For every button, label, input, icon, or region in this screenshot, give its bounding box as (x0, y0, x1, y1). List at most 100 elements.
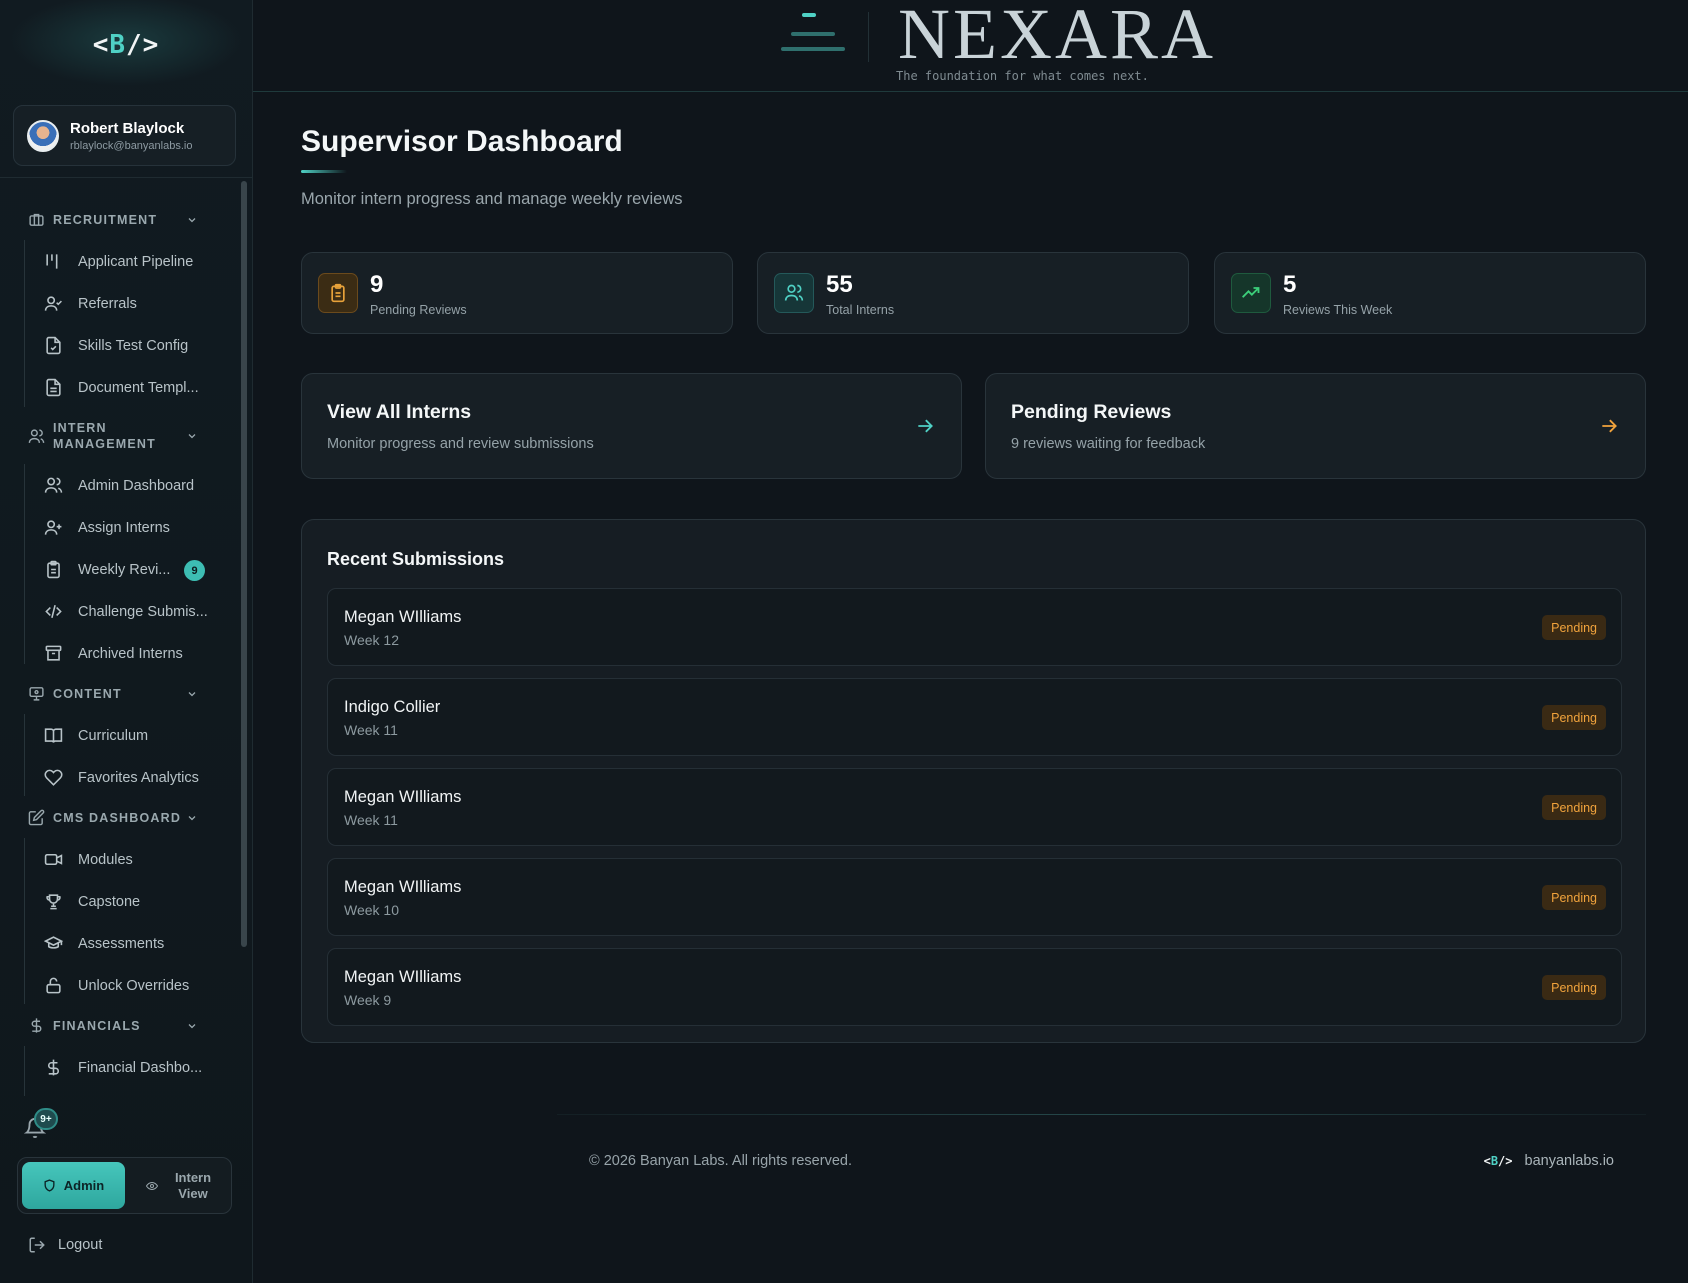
shield-icon (44, 1179, 55, 1192)
stat-icon-box (1231, 273, 1271, 313)
intern-name: Megan WIlliams (344, 788, 462, 806)
user-profile-card[interactable]: Robert Blaylock rblaylock@banyanlabs.io (13, 105, 236, 166)
pipeline-icon (46, 254, 58, 269)
sidebar-item-label: Applicant Pipeline (78, 253, 194, 270)
sidebar-item-financial-dashboard[interactable]: Financial Dashbo... (44, 1058, 214, 1077)
sidebar-item-admin-dashboard[interactable]: Admin Dashboard (44, 476, 214, 495)
menu-icon[interactable] (780, 12, 846, 56)
file-check-icon (46, 336, 61, 355)
file-text-icon (46, 378, 61, 397)
dollar-icon (48, 1059, 59, 1076)
section-cms-dashboard[interactable]: CMS DASHBOARD (28, 809, 208, 826)
submission-week: Week 10 (344, 902, 399, 918)
sidebar-item-referrals[interactable]: Referrals (44, 294, 214, 313)
sidebar-item-archived-interns[interactable]: Archived Interns (44, 644, 214, 663)
sidebar-item-label: Financial Dashbo... (78, 1059, 203, 1076)
stat-value: 5 (1283, 271, 1297, 298)
status-badge: Pending (1542, 705, 1606, 730)
section-guide-line (24, 838, 25, 1004)
submission-week: Week 11 (344, 812, 398, 828)
submission-row[interactable]: Indigo Collier Week 11 Pending (327, 678, 1622, 756)
action-title: Pending Reviews (1011, 401, 1172, 423)
stat-value: 55 (826, 271, 853, 298)
users-icon (44, 477, 63, 493)
view-mode-toggle: Admin Intern View (17, 1157, 232, 1214)
submission-row[interactable]: Megan WIlliams Week 9 Pending (327, 948, 1622, 1026)
logout-button[interactable]: Logout (28, 1236, 102, 1254)
sidebar-item-curriculum[interactable]: Curriculum (44, 726, 214, 745)
pending-reviews-card[interactable]: Pending Reviews 9 reviews waiting for fe… (985, 373, 1646, 479)
sidebar-item-label: Admin Dashboard (78, 477, 195, 494)
user-email: rblaylock@banyanlabs.io (70, 139, 193, 152)
intern-name: Megan WIlliams (344, 608, 462, 626)
section-label: CONTENT (53, 686, 122, 701)
sidebar-item-document-templates[interactable]: Document Templ... (44, 378, 214, 397)
chevron-down-icon (188, 434, 196, 439)
sidebar-scrollbar[interactable] (241, 181, 247, 947)
clipboard-icon (47, 560, 60, 579)
user-check-icon (44, 296, 62, 311)
section-guide-line (24, 464, 25, 664)
user-name: Robert Blaylock (70, 119, 185, 137)
sidebar-logo-area: <B/> (0, 0, 252, 90)
submission-row[interactable]: Megan WIlliams Week 10 Pending (327, 858, 1622, 936)
stat-label: Total Interns (826, 303, 895, 317)
sidebar-item-assessments[interactable]: Assessments (44, 934, 214, 953)
section-label: CMS DASHBOARD (53, 810, 182, 825)
sidebar-item-label: Assign Interns (78, 519, 170, 536)
action-title: View All Interns (327, 401, 472, 423)
status-badge: Pending (1542, 975, 1606, 1000)
submission-week: Week 11 (344, 722, 398, 738)
footer-domain-link[interactable]: banyanlabs.io (1525, 1153, 1615, 1169)
brand-tagline: The foundation for what comes next. (896, 69, 1149, 83)
avatar (27, 119, 59, 152)
submission-week: Week 9 (344, 992, 392, 1008)
title-accent (301, 170, 347, 173)
sidebar-divider (0, 177, 252, 178)
section-recruitment[interactable]: RECRUITMENT (28, 211, 208, 228)
logo-mid: B (109, 30, 126, 60)
logo-left: < (1483, 1154, 1491, 1168)
chevron-down-icon (188, 1023, 196, 1028)
logo-right: /> (1498, 1154, 1513, 1168)
submission-row[interactable]: Megan WIlliams Week 12 Pending (327, 588, 1622, 666)
video-icon (44, 853, 63, 866)
footer-brand[interactable]: <B/> banyanlabs.io (1484, 1153, 1614, 1169)
sidebar-item-favorites-analytics[interactable]: Favorites Analytics (44, 768, 214, 787)
sidebar-item-modules[interactable]: Modules (44, 850, 214, 869)
intern-view-button[interactable]: Intern View (136, 1162, 228, 1209)
section-content[interactable]: CONTENT (28, 685, 208, 702)
section-financials[interactable]: FINANCIALS (28, 1017, 208, 1034)
submission-row[interactable]: Megan WIlliams Week 11 Pending (327, 768, 1622, 846)
intern-name: Megan WIlliams (344, 968, 462, 986)
section-label: RECRUITMENT (53, 212, 158, 227)
banyan-logo[interactable]: <B/> (93, 30, 160, 60)
recent-submissions-panel: Recent Submissions Megan WIlliams Week 1… (301, 519, 1646, 1043)
view-all-interns-card[interactable]: View All Interns Monitor progress and re… (301, 373, 962, 479)
status-badge: Pending (1542, 615, 1606, 640)
chevron-down-icon (188, 217, 196, 222)
recent-submissions-title: Recent Submissions (327, 549, 505, 569)
trophy-icon (46, 894, 61, 910)
sidebar-item-label: Unlock Overrides (78, 977, 190, 994)
intern-name: Indigo Collier (344, 698, 441, 716)
sidebar-item-assign-interns[interactable]: Assign Interns (44, 518, 214, 537)
section-intern-management[interactable]: INTERN MANAGEMENT (28, 420, 208, 452)
sidebar-item-capstone[interactable]: Capstone (44, 892, 214, 911)
sidebar-item-label: Capstone (78, 893, 141, 910)
sidebar-item-label: Archived Interns (78, 645, 183, 662)
users-icon (28, 429, 45, 443)
eye-icon (146, 1181, 158, 1190)
sidebar-item-applicant-pipeline[interactable]: Applicant Pipeline (44, 252, 214, 271)
sidebar-item-unlock-overrides[interactable]: Unlock Overrides (44, 976, 214, 995)
section-guide-line (24, 714, 25, 796)
user-plus-icon (44, 520, 62, 535)
sidebar-item-skills-test-config[interactable]: Skills Test Config (44, 336, 214, 355)
admin-mode-button[interactable]: Admin (22, 1162, 125, 1209)
sidebar-item-challenge-submissions[interactable]: Challenge Submis... (44, 602, 214, 621)
stat-label: Pending Reviews (370, 303, 467, 317)
status-badge: Pending (1542, 795, 1606, 820)
chevron-down-icon (188, 815, 196, 820)
notification-badge: 9+ (34, 1108, 58, 1130)
brand-title: NEXARA (898, 0, 1216, 74)
